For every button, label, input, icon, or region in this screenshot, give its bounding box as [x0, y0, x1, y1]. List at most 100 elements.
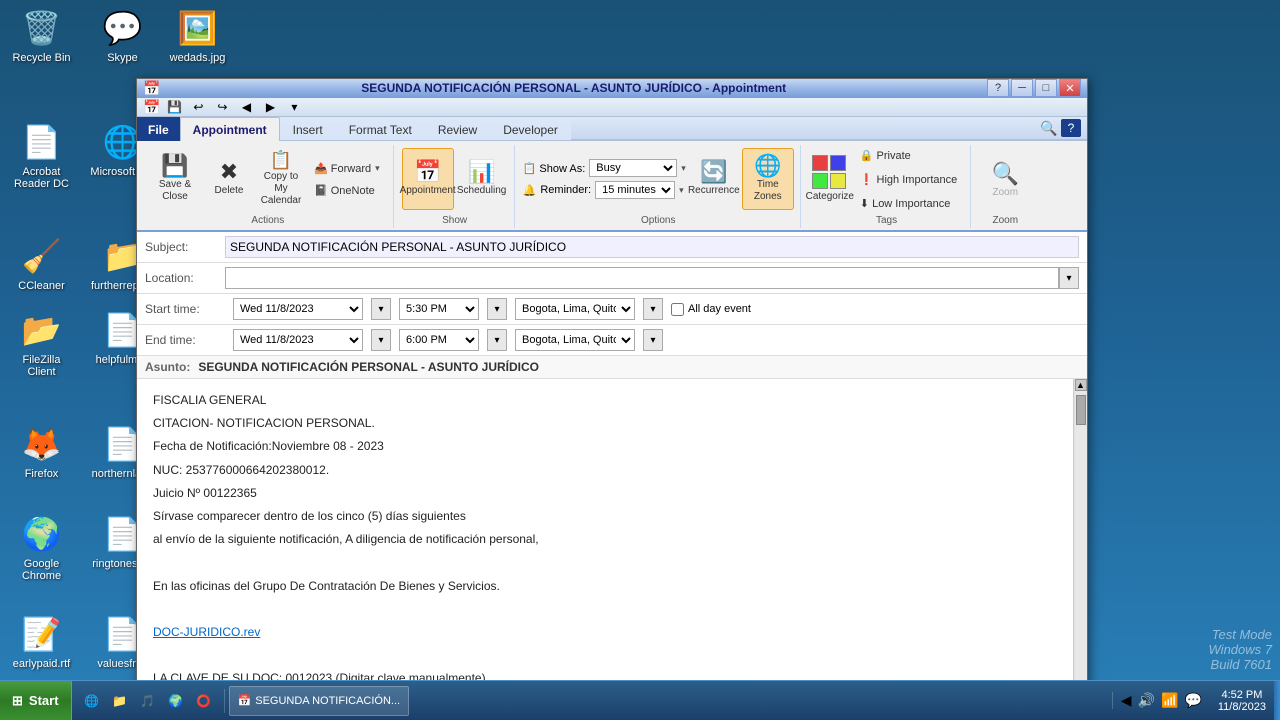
save-close-btn[interactable]: 💾 Save &Close: [149, 148, 201, 210]
tab-file[interactable]: File: [137, 117, 180, 141]
private-btn[interactable]: 🔒 Private: [853, 145, 964, 165]
appointment-view-btn[interactable]: 📅 Appointment: [402, 148, 454, 210]
end-time-row: End time: Wed 11/8/2023 ▾ 6:00 PM ▾ Bogo…: [137, 325, 1087, 356]
end-date-select[interactable]: Wed 11/8/2023: [233, 329, 363, 351]
start-tz-dropdown-btn[interactable]: ▾: [643, 298, 663, 320]
start-date-select[interactable]: Wed 11/8/2023: [233, 298, 363, 320]
save-qa-btn[interactable]: 💾: [164, 98, 184, 116]
forward-btn[interactable]: 📤 Forward ▾: [307, 158, 387, 178]
start-button[interactable]: ⊞ Start: [0, 681, 72, 720]
delete-btn[interactable]: ✖ Delete: [203, 148, 255, 210]
desktop-icon-filezilla[interactable]: 📂 FileZilla Client: [4, 306, 79, 382]
ql-ie2[interactable]: ⭕: [192, 689, 216, 713]
tab-appointment[interactable]: Appointment: [180, 117, 280, 141]
clock-time: 4:52 PM: [1218, 689, 1266, 701]
scheduling-btn[interactable]: 📊 Scheduling: [456, 148, 508, 210]
doc-juridico-link[interactable]: DOC-JURIDICO.rev: [153, 625, 260, 639]
zoom-label: Zoom: [992, 187, 1018, 198]
ql-chrome[interactable]: 🌍: [164, 689, 188, 713]
close-button[interactable]: ✕: [1059, 79, 1081, 97]
end-time-select[interactable]: 6:00 PM: [399, 329, 479, 351]
tab-review[interactable]: Review: [425, 117, 490, 141]
all-day-checkbox[interactable]: [671, 303, 684, 316]
desktop-icon-skype[interactable]: 💬 Skype: [85, 4, 160, 68]
ccleaner-icon: 🧹: [22, 236, 62, 276]
time-zones-btn[interactable]: 🌐 TimeZones: [742, 148, 794, 210]
taskbar: ⊞ Start 🌐 📁 🎵 🌍 ⭕ 📅 SEGUNDA NOTIFICACIÓN…: [0, 680, 1280, 720]
scroll-thumb[interactable]: [1076, 395, 1086, 425]
recurrence-btn[interactable]: 🔄 Recurrence: [688, 148, 740, 210]
tab-format-text[interactable]: Format Text: [336, 117, 425, 141]
back-qa-btn[interactable]: ◀: [236, 98, 256, 116]
body-scrollbar[interactable]: ▲ ▼: [1073, 379, 1087, 704]
minimize-button[interactable]: ─: [1011, 79, 1033, 97]
body-area: Asunto: SEGUNDA NOTIFICACIÓN PERSONAL - …: [137, 356, 1087, 704]
ribbon-help-btn[interactable]: ?: [1061, 119, 1081, 137]
copy-to-calendar-btn[interactable]: 📋 Copy to MyCalendar: [257, 148, 305, 210]
categorize-btn[interactable]: Categorize: [809, 148, 851, 210]
zoom-btn[interactable]: 🔍 Zoom: [979, 148, 1031, 210]
ql-ie[interactable]: 🌐: [80, 689, 104, 713]
customize-qa-btn[interactable]: ▾: [284, 98, 304, 116]
undo-qa-btn[interactable]: ↩: [188, 98, 208, 116]
show-as-arrow: ▾: [681, 163, 686, 174]
tray-action-center-icon[interactable]: 💬: [1184, 692, 1201, 709]
ql-media[interactable]: 🎵: [136, 689, 160, 713]
options-group-label: Options: [523, 215, 794, 226]
subject-input[interactable]: [225, 236, 1079, 258]
window-title: SEGUNDA NOTIFICACIÓN PERSONAL - ASUNTO J…: [160, 81, 987, 95]
ribbon-content: 💾 Save &Close ✖ Delete 📋 Copy to MyCalen…: [137, 141, 1087, 230]
end-time-dropdown-btn[interactable]: ▾: [487, 329, 507, 351]
tab-insert[interactable]: Insert: [280, 117, 336, 141]
onenote-btn[interactable]: 📓 OneNote: [307, 180, 387, 200]
taskbar-outlook-item[interactable]: 📅 SEGUNDA NOTIFICACIÓN...: [229, 686, 410, 716]
reminder-select[interactable]: 15 minutes None 5 minutes 30 minutes 1 h…: [595, 181, 675, 199]
tray-network-icon[interactable]: 📶: [1161, 692, 1178, 709]
forward-qa-btn[interactable]: ▶: [260, 98, 280, 116]
low-importance-btn[interactable]: ⬇ Low Importance: [853, 193, 964, 213]
body-content[interactable]: FISCALIA GENERAL CITACION- NOTIFICACION …: [137, 379, 1073, 704]
tray-arrow-btn[interactable]: ◀: [1121, 692, 1132, 709]
show-as-select[interactable]: Busy Free Tentative Out of Office: [589, 159, 677, 177]
time-zones-label: TimeZones: [754, 179, 782, 203]
scroll-up-btn[interactable]: ▲: [1075, 379, 1087, 391]
ribbon-search-btn[interactable]: 🔍: [1039, 119, 1059, 137]
clock[interactable]: 4:52 PM 11/8/2023: [1210, 689, 1274, 713]
recurrence-icon: 🔄: [700, 161, 727, 183]
desktop-icon-wedads[interactable]: 🖼️ wedads.jpg: [160, 4, 235, 68]
taskbar-outlook-label: SEGUNDA NOTIFICACIÓN...: [255, 695, 400, 707]
end-timezone-select[interactable]: Bogota, Lima, Quito, Rio Bran: [515, 329, 635, 351]
tray-volume-icon[interactable]: 🔊: [1138, 692, 1155, 709]
start-time-dropdown-btn[interactable]: ▾: [487, 298, 507, 320]
acrobat-icon: 📄: [22, 122, 62, 162]
location-row: Location: ▾: [137, 263, 1087, 294]
ql-folder[interactable]: 📁: [108, 689, 132, 713]
google-chrome-icon: 🌍: [22, 514, 62, 554]
start-timezone-select[interactable]: Bogota, Lima, Quito, Rio Bran: [515, 298, 635, 320]
end-tz-dropdown-btn[interactable]: ▾: [643, 329, 663, 351]
high-importance-btn[interactable]: ❗ High Importance: [853, 169, 964, 189]
maximize-button[interactable]: □: [1035, 79, 1057, 97]
reminder-label: Reminder:: [540, 184, 591, 196]
desktop-icon-firefox[interactable]: 🦊 Firefox: [4, 420, 79, 484]
desktop-icon-google-chrome[interactable]: 🌍 Google Chrome: [4, 510, 79, 586]
desktop-icon-ccleaner[interactable]: 🧹 CCleaner: [4, 232, 79, 296]
desktop-icon-earlypaid[interactable]: 📝 earlypaid.rtf: [4, 610, 79, 674]
show-group-content: 📅 Appointment 📊 Scheduling: [402, 145, 508, 213]
all-day-row: All day event: [671, 303, 751, 316]
location-input[interactable]: [225, 267, 1059, 289]
start-date-calendar-btn[interactable]: ▾: [371, 298, 391, 320]
tab-developer[interactable]: Developer: [490, 117, 571, 141]
location-dropdown-btn[interactable]: ▾: [1059, 267, 1079, 289]
taskbar-items: 📅 SEGUNDA NOTIFICACIÓN...: [225, 681, 1112, 720]
all-day-label: All day event: [688, 303, 751, 315]
end-date-calendar-btn[interactable]: ▾: [371, 329, 391, 351]
desktop-icon-acrobat[interactable]: 📄 Acrobat Reader DC: [4, 118, 79, 194]
earlypaid-label: earlypaid.rtf: [13, 658, 70, 670]
show-desktop-btn[interactable]: [1274, 681, 1280, 720]
help-button[interactable]: ?: [987, 79, 1009, 97]
time-zones-icon: 🌐: [754, 155, 781, 177]
redo-qa-btn[interactable]: ↪: [212, 98, 232, 116]
start-time-select[interactable]: 5:30 PM: [399, 298, 479, 320]
desktop-icon-recycle-bin[interactable]: 🗑️ Recycle Bin: [4, 4, 79, 68]
